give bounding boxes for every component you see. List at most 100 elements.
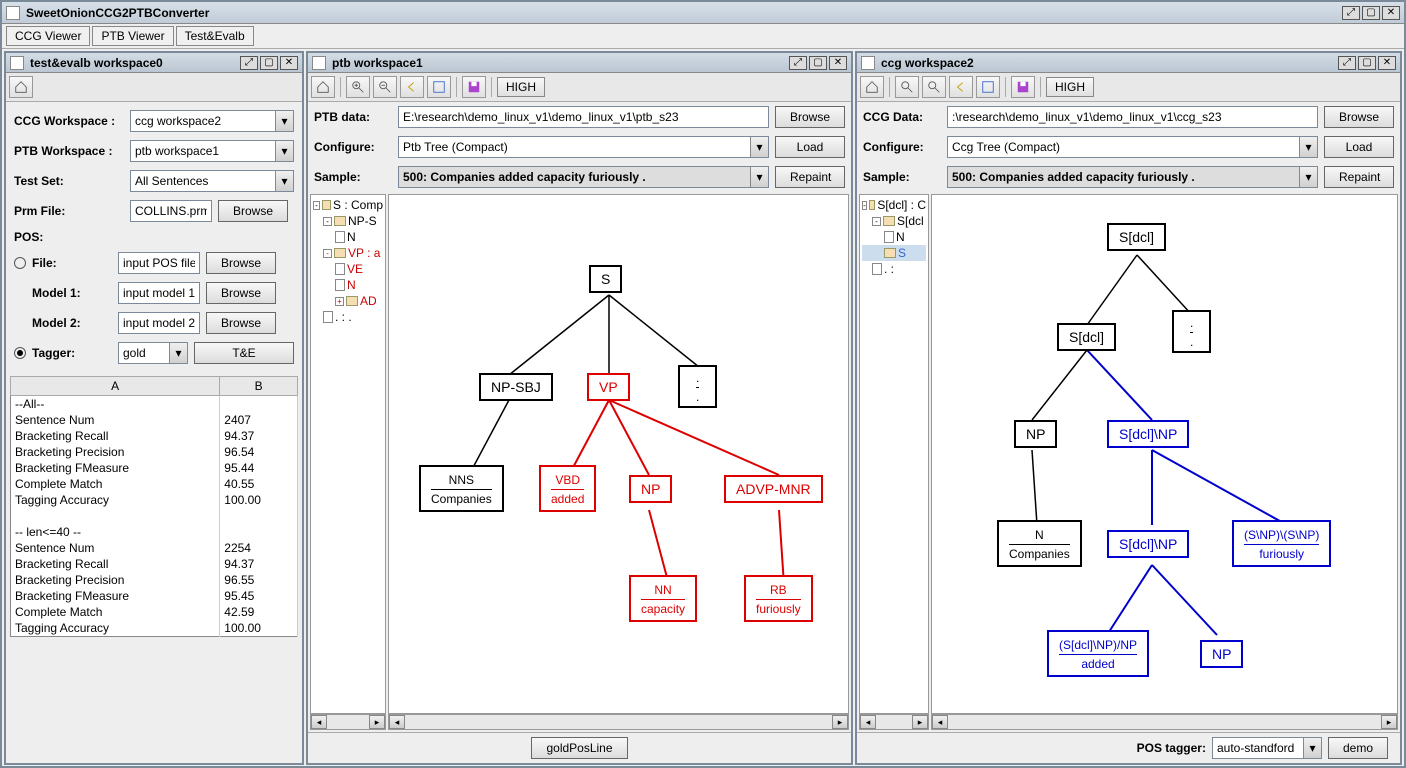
chevron-down-icon[interactable]: ▾ (1303, 738, 1321, 758)
ptb-canvas[interactable]: S NP-SBJ VP .. NNSCompanies VBDadded NP … (388, 194, 849, 714)
panel-icon (312, 56, 326, 70)
chevron-down-icon[interactable]: ▾ (275, 141, 293, 161)
ptbws-combo[interactable]: ptb workspace1▾ (130, 140, 294, 162)
demo-btn[interactable]: demo (1328, 737, 1388, 759)
pos-file-browse-btn[interactable]: Browse (206, 252, 276, 274)
node-sdcl2: S[dcl] (1057, 323, 1116, 351)
panel-icon (10, 56, 24, 70)
file-radio[interactable] (14, 257, 26, 269)
tab-bar: CCG Viewer PTB Viewer Test&Evalb (2, 24, 1404, 49)
left-iconify[interactable]: ⤢ (240, 56, 258, 70)
ptb-data-input[interactable] (398, 106, 769, 128)
node-s: S (589, 265, 622, 293)
ptb-tree-nav[interactable]: -S : Comp -NP-S N -VP : a VE N +AD . : . (310, 194, 386, 714)
ccg-config-combo[interactable]: Ccg Tree (Compact)▾ (947, 136, 1318, 158)
chevron-down-icon[interactable]: ▾ (169, 343, 187, 363)
ccg-canvas[interactable]: S[dcl] .. S[dcl] NP S[dcl]\NP NCompanies… (931, 194, 1398, 714)
ccg-iconify[interactable]: ⤢ (1338, 56, 1356, 70)
iconify-btn[interactable]: ⤢ (1342, 6, 1360, 20)
home-icon[interactable] (860, 76, 884, 98)
te-button[interactable]: T&E (194, 342, 294, 364)
tab-ptb-viewer[interactable]: PTB Viewer (92, 26, 173, 46)
ccgws-combo[interactable]: ccg workspace2▾ (130, 110, 294, 132)
ptb-max[interactable]: ▢ (809, 56, 827, 70)
left-max[interactable]: ▢ (260, 56, 278, 70)
app-icon (6, 6, 20, 20)
home-icon-btn[interactable] (9, 76, 33, 98)
ccg-close[interactable]: ✕ (1378, 56, 1396, 70)
ptb-iconify[interactable]: ⤢ (789, 56, 807, 70)
ptb-title: ptb workspace1 (332, 56, 789, 70)
node-np: NP (629, 475, 672, 503)
node-n: NCompanies (997, 520, 1082, 567)
ccg-data-input[interactable] (947, 106, 1318, 128)
ptb-browse-btn[interactable]: Browse (775, 106, 845, 128)
close-btn[interactable]: ✕ (1382, 6, 1400, 20)
ccg-title: ccg workspace2 (881, 56, 1338, 70)
ccg-load-btn[interactable]: Load (1324, 136, 1394, 158)
zoom-in-icon[interactable] (895, 76, 919, 98)
chevron-down-icon[interactable]: ▾ (750, 137, 768, 157)
ptb-config-combo[interactable]: Ptb Tree (Compact)▾ (398, 136, 769, 158)
chevron-down-icon[interactable]: ▾ (275, 111, 293, 131)
node-nn: NNcapacity (629, 575, 697, 622)
model2-input[interactable] (118, 312, 200, 334)
high-button[interactable]: HIGH (497, 77, 545, 97)
ccg-max[interactable]: ▢ (1358, 56, 1376, 70)
back-icon[interactable] (949, 76, 973, 98)
col-b[interactable]: B (220, 377, 298, 396)
node-rb: RBfuriously (744, 575, 813, 622)
prm-browse-btn[interactable]: Browse (218, 200, 288, 222)
ccg-tree-nav[interactable]: -S[dcl] : C -S[dcl N S . : (859, 194, 929, 714)
ptb-load-btn[interactable]: Load (775, 136, 845, 158)
tab-ccg-viewer[interactable]: CCG Viewer (6, 26, 90, 46)
ptb-close[interactable]: ✕ (829, 56, 847, 70)
home-icon[interactable] (311, 76, 335, 98)
hscroll[interactable]: ◂▸ (388, 714, 849, 730)
goldposline-btn[interactable]: goldPosLine (531, 737, 627, 759)
model1-label: Model 1: (32, 286, 112, 300)
ptb-sample-combo[interactable]: 500: Companies added capacity furiously … (398, 166, 769, 188)
prm-input[interactable] (130, 200, 212, 222)
maximize-btn[interactable]: ▢ (1362, 6, 1380, 20)
hscroll[interactable]: ◂▸ (931, 714, 1398, 730)
testset-combo[interactable]: All Sentences▾ (130, 170, 294, 192)
fit-icon[interactable] (427, 76, 451, 98)
ccg-browse-btn[interactable]: Browse (1324, 106, 1394, 128)
model1-input[interactable] (118, 282, 200, 304)
zoom-out-icon[interactable] (922, 76, 946, 98)
node-vp: VP (587, 373, 630, 401)
ccg-repaint-btn[interactable]: Repaint (1324, 166, 1394, 188)
ptb-repaint-btn[interactable]: Repaint (775, 166, 845, 188)
left-close[interactable]: ✕ (280, 56, 298, 70)
file-label: File: (32, 256, 112, 270)
chevron-down-icon[interactable]: ▾ (275, 171, 293, 191)
chevron-down-icon[interactable]: ▾ (750, 167, 768, 187)
prm-label: Prm File: (14, 204, 124, 218)
zoom-out-icon[interactable] (373, 76, 397, 98)
model1-browse-btn[interactable]: Browse (206, 282, 276, 304)
tagger-combo[interactable]: gold▾ (118, 342, 188, 364)
node-sdclnp: S[dcl]\NP (1107, 420, 1189, 448)
hscroll[interactable]: ◂▸ (859, 714, 929, 730)
hscroll[interactable]: ◂▸ (310, 714, 386, 730)
tab-test-evalb[interactable]: Test&Evalb (176, 26, 254, 46)
save-icon[interactable] (1011, 76, 1035, 98)
postag-combo[interactable]: auto-standford▾ (1212, 737, 1322, 759)
app-titlebar: SweetOnionCCG2PTBConverter ⤢ ▢ ✕ (2, 2, 1404, 24)
ptb-data-label: PTB data: (314, 110, 392, 124)
model2-browse-btn[interactable]: Browse (206, 312, 276, 334)
tagger-radio[interactable] (14, 347, 26, 359)
chevron-down-icon[interactable]: ▾ (1299, 137, 1317, 157)
chevron-down-icon[interactable]: ▾ (1299, 167, 1317, 187)
fit-icon[interactable] (976, 76, 1000, 98)
zoom-in-icon[interactable] (346, 76, 370, 98)
high-button[interactable]: HIGH (1046, 77, 1094, 97)
node-npsbj: NP-SBJ (479, 373, 553, 401)
col-a[interactable]: A (11, 377, 220, 396)
node-sdclnpnp: (S[dcl]\NP)/NPadded (1047, 630, 1149, 677)
ccg-sample-combo[interactable]: 500: Companies added capacity furiously … (947, 166, 1318, 188)
back-icon[interactable] (400, 76, 424, 98)
pos-file-input[interactable] (118, 252, 200, 274)
save-icon[interactable] (462, 76, 486, 98)
